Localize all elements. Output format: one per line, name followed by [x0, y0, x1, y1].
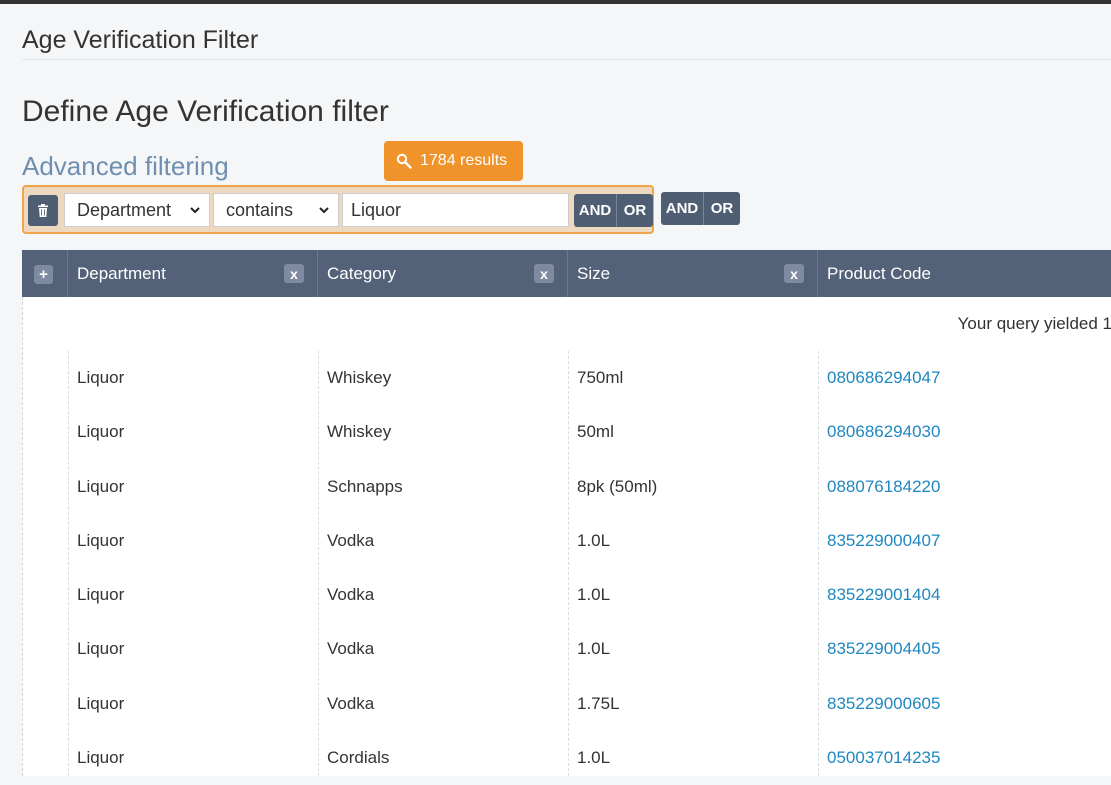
cell-category: Vodka: [327, 531, 375, 550]
cell-size: 1.75L: [577, 694, 620, 713]
group-and-button[interactable]: AND: [661, 192, 704, 225]
field-select[interactable]: Department: [64, 193, 210, 227]
column-header-category: Category x: [317, 250, 567, 297]
delete-rule-button[interactable]: [28, 195, 58, 226]
cell-category: Whiskey: [327, 368, 392, 387]
table-row[interactable]: Liquor Schnapps 8pk (50ml) 088076184220: [23, 460, 1111, 514]
cell-size: 1.0L: [577, 531, 611, 550]
table-row[interactable]: Liquor Vodka 1.75L 835229000605: [23, 677, 1111, 731]
chevron-down-icon: [319, 207, 329, 214]
cell-size: 50ml: [577, 422, 614, 441]
header-divider: [22, 59, 1111, 60]
column-header-label: Size: [577, 263, 611, 283]
cell-size: 8pk (50ml): [577, 477, 658, 496]
table-row[interactable]: Liquor Cordials 1.0L 050037014235: [23, 731, 1111, 785]
chevron-down-icon: [190, 207, 200, 214]
group-and-or-toggle: AND OR: [661, 192, 740, 225]
table-header: + Department x Category x Size x Product…: [22, 250, 1111, 297]
cell-category: Whiskey: [327, 422, 392, 441]
filter-rule-group: Department contains Liquor AND OR: [22, 185, 654, 234]
remove-column-button[interactable]: x: [534, 264, 554, 283]
table-row[interactable]: Liquor Whiskey 750ml 080686294047: [23, 351, 1111, 405]
cell-department: Liquor: [77, 748, 125, 767]
cell-department: Liquor: [77, 422, 125, 441]
cell-department: Liquor: [77, 368, 125, 387]
cell-category: Cordials: [327, 748, 390, 767]
operator-select-value: contains: [226, 199, 294, 220]
table-row[interactable]: Liquor Vodka 1.0L 835229004405: [23, 622, 1111, 676]
rule-and-button[interactable]: AND: [574, 194, 617, 227]
rule-or-button[interactable]: OR: [617, 194, 653, 227]
rule-and-or-toggle: AND OR: [574, 194, 653, 227]
cell-size: 1.0L: [577, 585, 611, 604]
product-code-link[interactable]: 835229001404: [827, 568, 940, 622]
column-header-label: Product Code: [827, 263, 931, 283]
cell-category: Schnapps: [327, 477, 403, 496]
filter-value-input[interactable]: Liquor: [342, 193, 569, 227]
column-header-label: Department: [77, 263, 166, 283]
product-code-link[interactable]: 088076184220: [827, 460, 940, 514]
cell-category: Vodka: [327, 694, 375, 713]
page-header-title: Age Verification Filter: [22, 26, 259, 54]
table-row[interactable]: Liquor Vodka 1.0L 835229000407: [23, 514, 1111, 568]
cell-department: Liquor: [77, 477, 125, 496]
field-select-value: Department: [77, 199, 172, 220]
cell-department: Liquor: [77, 531, 125, 550]
cell-category: Vodka: [327, 639, 375, 658]
cell-size: 1.0L: [577, 639, 611, 658]
page-title: Define Age Verification filter: [22, 95, 389, 128]
results-count-label: 1784 results: [420, 152, 508, 169]
remove-column-button[interactable]: x: [284, 264, 304, 283]
product-code-link[interactable]: 050037014235: [827, 731, 940, 785]
column-header-label: Category: [327, 263, 396, 283]
trash-icon: [38, 204, 48, 217]
table-row[interactable]: Liquor Whiskey 50ml 080686294030: [23, 405, 1111, 459]
cell-size: 1.0L: [577, 748, 611, 767]
search-icon: [396, 153, 412, 169]
product-code-link[interactable]: 835229000407: [827, 514, 940, 568]
top-bar: [0, 0, 1111, 4]
product-code-link[interactable]: 835229000605: [827, 677, 940, 731]
cell-department: Liquor: [77, 639, 125, 658]
cell-department: Liquor: [77, 585, 125, 604]
column-header-product-code: Product Code: [817, 250, 1111, 297]
operator-select[interactable]: contains: [213, 193, 339, 227]
add-column-button[interactable]: +: [34, 265, 53, 284]
cell-department: Liquor: [77, 694, 125, 713]
product-code-link[interactable]: 080686294030: [827, 405, 940, 459]
column-header-size: Size x: [567, 250, 817, 297]
column-header-department: Department x: [67, 250, 317, 297]
table-row[interactable]: Liquor Vodka 1.0L 835229001404: [23, 568, 1111, 622]
product-code-link[interactable]: 080686294047: [827, 351, 940, 405]
product-code-link[interactable]: 835229004405: [827, 622, 940, 676]
query-result-message: Your query yielded 1: [957, 314, 1111, 333]
cell-category: Vodka: [327, 585, 375, 604]
results-table-body: Your query yielded 1 Liquor Whiskey 750m…: [22, 297, 1111, 776]
advanced-filtering-heading: Advanced filtering: [22, 151, 229, 181]
remove-column-button[interactable]: x: [784, 264, 804, 283]
group-or-button[interactable]: OR: [704, 192, 740, 225]
results-count-button[interactable]: 1784 results: [384, 141, 523, 181]
cell-size: 750ml: [577, 368, 624, 387]
